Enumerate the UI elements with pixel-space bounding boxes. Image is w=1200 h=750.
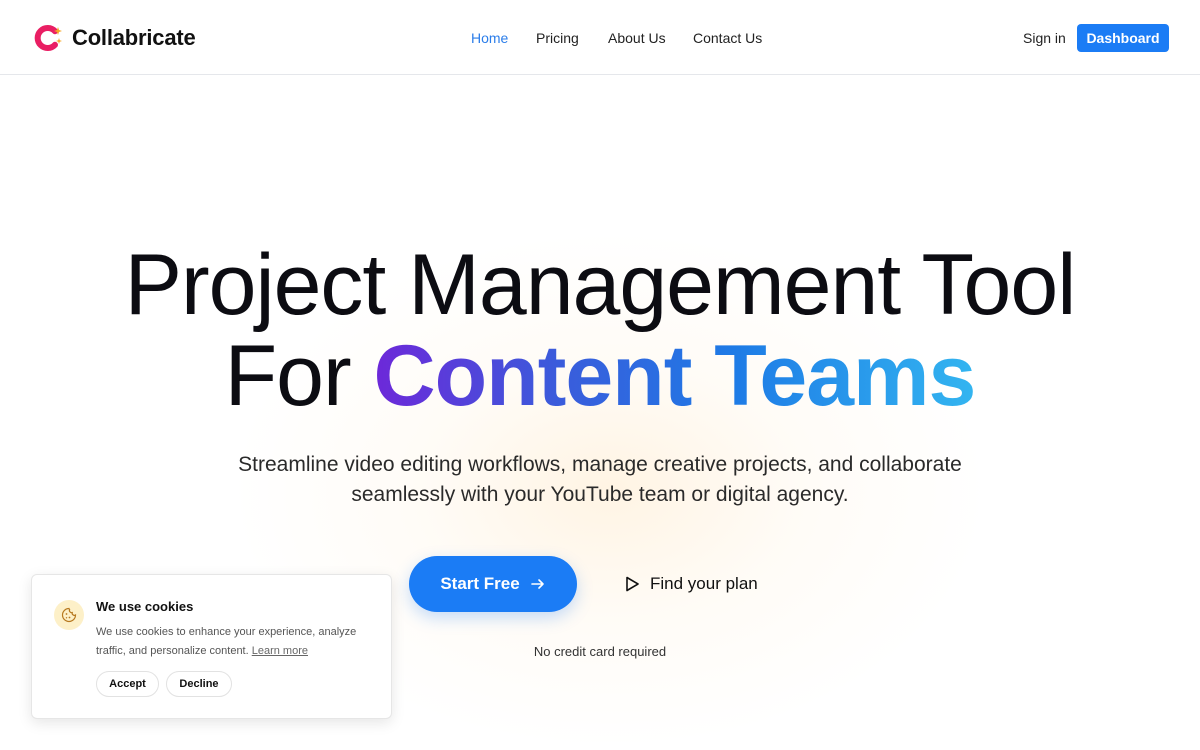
start-free-label: Start Free xyxy=(440,574,520,593)
sign-in-link[interactable]: Sign in xyxy=(1023,28,1066,48)
hero-title-highlight: Content Teams xyxy=(373,328,977,424)
play-icon xyxy=(626,576,639,592)
arrow-right-icon xyxy=(530,579,544,589)
learn-more-link[interactable]: Learn more xyxy=(252,645,308,657)
landing-page: Collabricate Home Pricing About Us Conta… xyxy=(0,0,1200,750)
start-free-button[interactable]: Start Free xyxy=(409,556,577,612)
hero-subtitle-line2: seamlessly with your YouTube team or dig… xyxy=(351,483,849,506)
nav-item-about-us[interactable]: About Us xyxy=(608,28,666,48)
site-header: Collabricate Home Pricing About Us Conta… xyxy=(0,0,1200,75)
cookie-consent-banner: We use cookies We use cookies to enhance… xyxy=(31,574,392,719)
hero-title-line1: Project Management Tool xyxy=(124,237,1077,333)
nav-item-home[interactable]: Home xyxy=(471,28,508,48)
hero-title-line2: For Content Teams xyxy=(0,328,1200,424)
main-nav: Home Pricing About Us Contact Us xyxy=(0,28,1200,48)
cookie-description: We use cookies to enhance your experienc… xyxy=(96,623,376,661)
hero-subtitle-line1: Streamline video editing workflows, mana… xyxy=(238,453,962,476)
decline-cookies-button[interactable]: Decline xyxy=(166,671,232,697)
nav-item-pricing[interactable]: Pricing xyxy=(536,28,579,48)
hero-title-plain: For xyxy=(224,328,374,424)
hero-subtitle: Streamline video editing workflows, mana… xyxy=(150,450,1050,510)
cookie-text: We use cookies to enhance your experienc… xyxy=(96,626,357,657)
find-your-plan-label: Find your plan xyxy=(650,574,758,593)
find-your-plan-link[interactable]: Find your plan xyxy=(625,571,758,597)
cookie-icon xyxy=(54,600,84,630)
cookie-title: We use cookies xyxy=(96,599,194,614)
nav-item-contact-us[interactable]: Contact Us xyxy=(693,28,762,48)
dashboard-button[interactable]: Dashboard xyxy=(1077,24,1169,52)
accept-cookies-button[interactable]: Accept xyxy=(96,671,159,697)
